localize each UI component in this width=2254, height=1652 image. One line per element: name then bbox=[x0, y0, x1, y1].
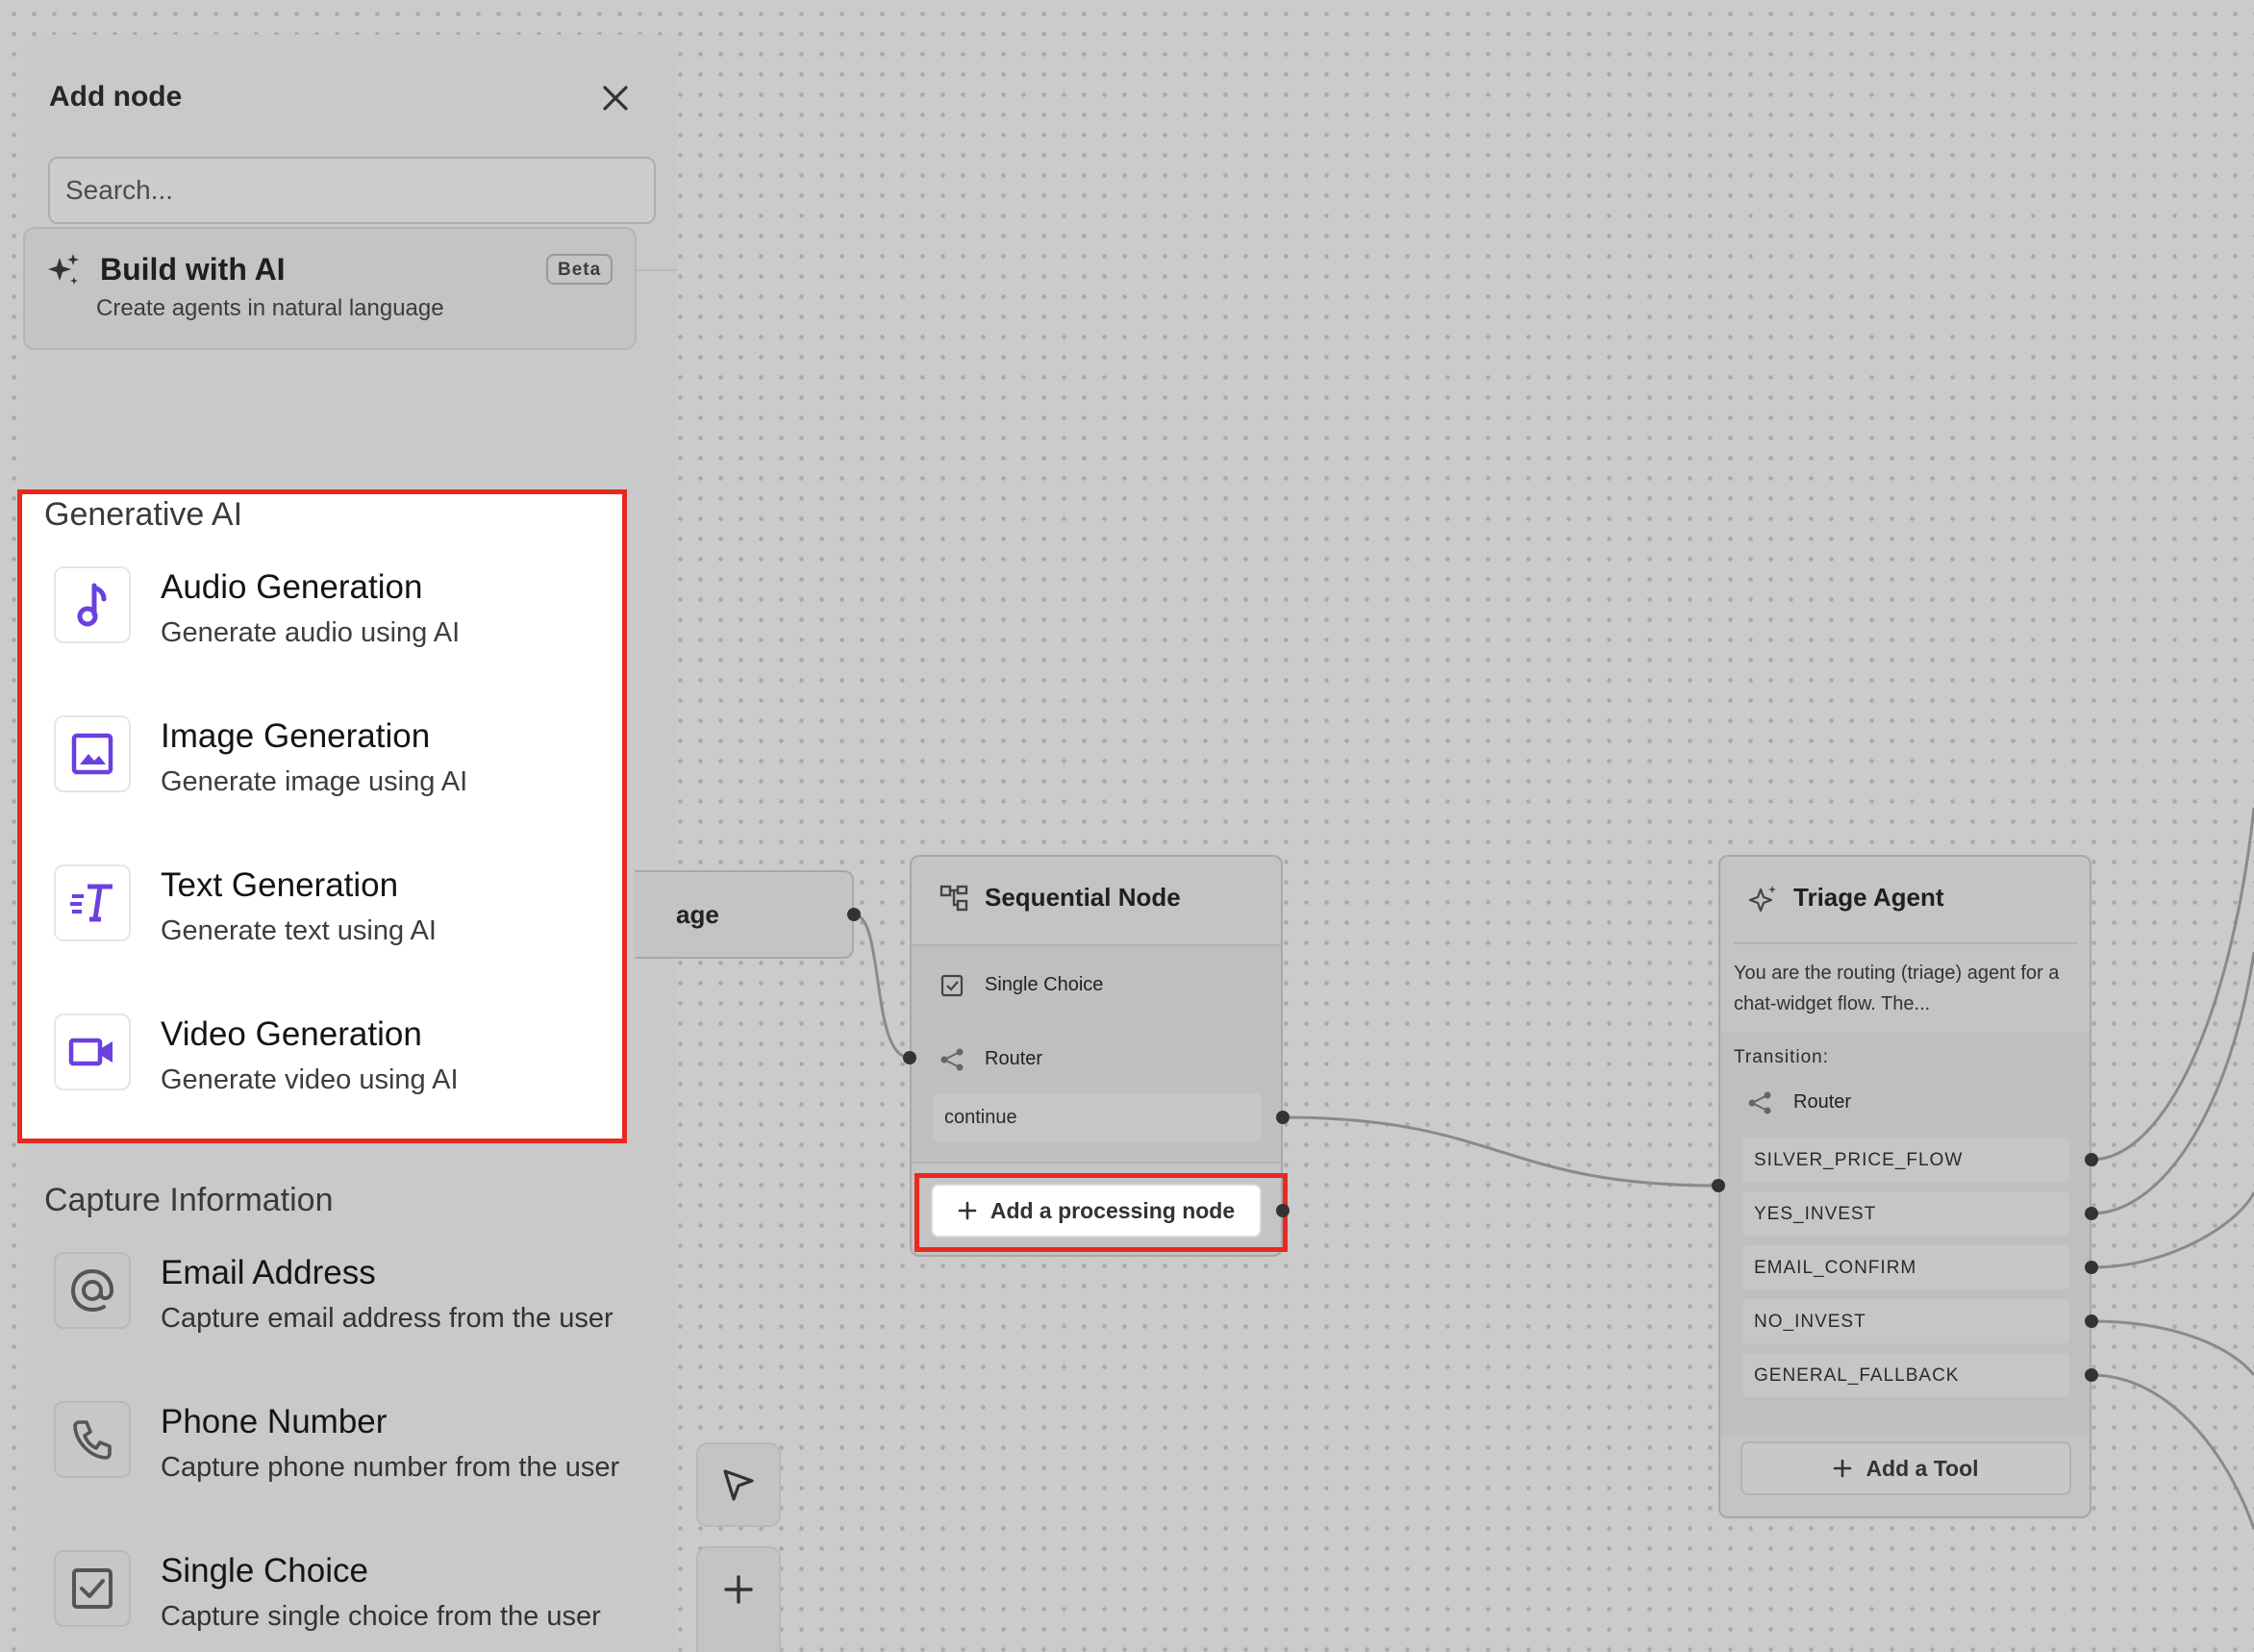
plus-icon bbox=[724, 1575, 753, 1604]
sparkle-icon bbox=[1748, 886, 1776, 913]
section-title-capture-information: Capture Information bbox=[44, 1182, 334, 1218]
panel-title: Add node bbox=[49, 81, 183, 113]
share-icon bbox=[1745, 1089, 1774, 1117]
checkbox-icon bbox=[54, 1550, 131, 1627]
triage-router-label: Router bbox=[1793, 1091, 1852, 1113]
node-item-text-generation[interactable]: Text Generation Generate text using AI bbox=[54, 864, 631, 980]
checkbox-icon bbox=[938, 971, 966, 1000]
node-item-description: Generate audio using AI bbox=[161, 617, 461, 648]
node-item-name: Single Choice bbox=[161, 1552, 368, 1589]
node-item-name: Image Generation bbox=[161, 717, 431, 755]
beta-badge: Beta bbox=[546, 254, 614, 285]
add-processing-node-label: Add a processing node bbox=[989, 1197, 1236, 1223]
previous-node[interactable] bbox=[635, 870, 854, 959]
edge-route-4 bbox=[2091, 1319, 2254, 1376]
video-camera-icon bbox=[54, 1014, 131, 1090]
route-label: SILVER_PRICE_FLOW bbox=[1754, 1150, 1964, 1170]
node-item-single-choice[interactable]: Single Choice Capture single choice from… bbox=[54, 1550, 631, 1652]
transition-label: Transition: bbox=[1734, 1047, 1829, 1067]
node-item-description: Capture phone number from the user bbox=[161, 1452, 620, 1483]
node-item-name: Phone Number bbox=[161, 1403, 388, 1440]
node-item-name: Video Generation bbox=[161, 1015, 422, 1053]
triage-divider bbox=[1734, 942, 2078, 944]
text-generation-icon bbox=[54, 864, 131, 941]
input-port[interactable] bbox=[903, 1051, 916, 1064]
output-port[interactable] bbox=[847, 908, 861, 921]
edge-route-2 bbox=[2091, 951, 2254, 1215]
node-item-description: Generate image using AI bbox=[161, 766, 468, 797]
edge-sequential-to-triage bbox=[1282, 1115, 1719, 1188]
close-icon bbox=[603, 86, 628, 111]
node-item-description: Capture single choice from the user bbox=[161, 1601, 601, 1632]
edge-route-3 bbox=[2091, 1191, 2254, 1269]
phone-icon bbox=[54, 1401, 131, 1478]
node-item-phone-number[interactable]: Phone Number Capture phone number from t… bbox=[54, 1401, 631, 1516]
node-item-name: Audio Generation bbox=[161, 568, 423, 606]
build-with-ai-title: Build with AI bbox=[100, 252, 286, 287]
output-port[interactable] bbox=[1276, 1204, 1290, 1217]
edge-prev-to-sequential bbox=[853, 913, 911, 1060]
route-label: GENERAL_FALLBACK bbox=[1754, 1365, 1960, 1386]
continue-output-label: continue bbox=[944, 1107, 1017, 1128]
at-sign-icon bbox=[54, 1252, 131, 1329]
node-item-name: Email Address bbox=[161, 1254, 376, 1291]
plus-icon bbox=[1834, 1459, 1852, 1478]
edge-route-5 bbox=[2091, 1373, 2254, 1530]
add-processing-node-button[interactable]: Add a processing node bbox=[931, 1184, 1262, 1238]
triage-agent-title: Triage Agent bbox=[1793, 883, 1944, 912]
build-with-ai-description: Create agents in natural language bbox=[96, 295, 444, 321]
edge-route-1 bbox=[2091, 807, 2254, 1162]
input-port[interactable] bbox=[1712, 1179, 1725, 1192]
sequential-node-title: Sequential Node bbox=[985, 883, 1181, 912]
route-port[interactable] bbox=[2085, 1368, 2098, 1382]
node-item-audio-generation[interactable]: Audio Generation Generate audio using AI bbox=[54, 566, 631, 682]
route-label: YES_INVEST bbox=[1754, 1204, 1877, 1224]
image-icon bbox=[54, 715, 131, 792]
music-note-icon bbox=[54, 566, 131, 643]
select-tool-button[interactable] bbox=[696, 1442, 781, 1527]
route-label: EMAIL_CONFIRM bbox=[1754, 1258, 1917, 1278]
cursor-arrow-icon bbox=[723, 1469, 754, 1501]
route-label: NO_INVEST bbox=[1754, 1312, 1866, 1332]
close-button[interactable] bbox=[594, 77, 637, 119]
output-port[interactable] bbox=[1276, 1111, 1290, 1124]
node-item-image-generation[interactable]: Image Generation Generate image using AI bbox=[54, 715, 631, 831]
route-port[interactable] bbox=[2085, 1207, 2098, 1220]
route-port[interactable] bbox=[2085, 1153, 2098, 1166]
node-item-description: Generate text using AI bbox=[161, 915, 437, 946]
plus-icon bbox=[958, 1201, 977, 1220]
add-tool-button[interactable]: Add a Tool bbox=[1741, 1441, 2071, 1495]
search-input[interactable] bbox=[48, 157, 656, 224]
route-port[interactable] bbox=[2085, 1261, 2098, 1274]
section-title-generative-ai: Generative AI bbox=[44, 496, 243, 533]
node-item-email-address[interactable]: Email Address Capture email address from… bbox=[54, 1252, 631, 1367]
sparkle-icon bbox=[48, 254, 79, 285]
build-with-ai-card[interactable] bbox=[23, 227, 637, 350]
node-item-name: Text Generation bbox=[161, 866, 399, 904]
node-item-description: Capture email address from the user bbox=[161, 1303, 614, 1334]
add-tool-label: Add a Tool bbox=[1866, 1455, 1979, 1481]
step-router[interactable]: Router bbox=[985, 1048, 1042, 1070]
triage-agent-description: You are the routing (triage) agent for a… bbox=[1734, 963, 2060, 1014]
node-item-description: Generate video using AI bbox=[161, 1064, 459, 1095]
step-single-choice[interactable]: Single Choice bbox=[985, 974, 1103, 996]
route-port[interactable] bbox=[2085, 1314, 2098, 1328]
share-icon bbox=[938, 1045, 966, 1074]
node-item-video-generation[interactable]: Video Generation Generate video using AI bbox=[54, 1014, 631, 1129]
previous-node-label: age bbox=[676, 900, 719, 929]
add-node-button[interactable] bbox=[696, 1546, 781, 1652]
sequence-icon bbox=[939, 885, 968, 912]
